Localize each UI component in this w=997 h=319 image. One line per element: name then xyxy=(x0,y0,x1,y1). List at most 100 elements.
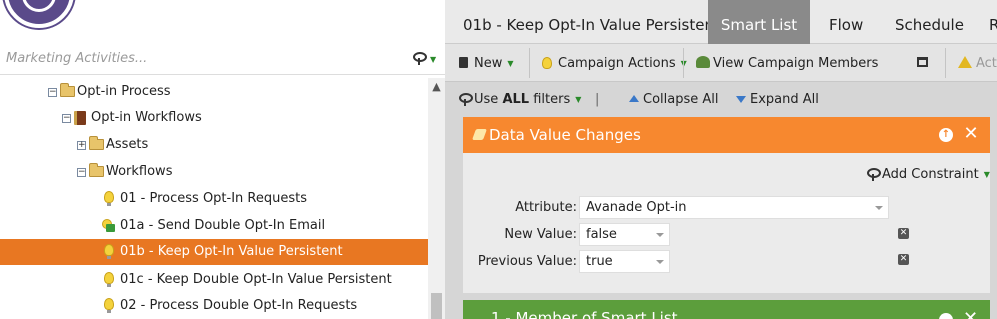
tree-node-campaign[interactable]: 02 - Process Double Opt-In Requests xyxy=(0,293,428,319)
chevron-down-icon xyxy=(656,260,664,264)
tree-node-label: Assets xyxy=(106,137,149,152)
attribute-select[interactable]: Avanade Opt-in xyxy=(579,196,889,219)
window-icon xyxy=(917,57,928,67)
previous-value: true xyxy=(586,254,613,269)
remove-constraint-icon[interactable]: ✕ xyxy=(898,254,909,265)
all-label: ALL xyxy=(502,92,530,107)
search-input[interactable] xyxy=(0,42,400,75)
folder-icon xyxy=(89,136,104,150)
chevron-down-icon: ▼ xyxy=(575,95,582,104)
chevron-down-icon: ▼ xyxy=(983,170,990,179)
warning-icon xyxy=(958,56,972,68)
previous-value-label: Previous Value: xyxy=(477,254,577,269)
toolbar-divider xyxy=(529,48,530,78)
tab-flow[interactable]: Flow xyxy=(829,0,863,44)
tree-node-opt-in-workflows[interactable]: − Opt-in Workflows xyxy=(0,105,428,131)
smart-campaign-icon xyxy=(104,191,114,206)
pencil-icon xyxy=(471,129,488,140)
campaign-actions-label: Campaign Actions xyxy=(558,56,676,71)
move-up-icon[interactable]: ↑ xyxy=(939,128,953,142)
tree-node-label: Opt-in Process xyxy=(77,84,171,99)
tree-node-campaign[interactable]: 01a - Send Double Opt-In Email xyxy=(0,213,428,239)
activation-button[interactable]: Acti xyxy=(958,44,997,82)
tree-view: − Opt-in Process − Opt-in Workflows + As… xyxy=(0,78,428,319)
tree-node-label: 02 - Process Double Opt-In Requests xyxy=(120,298,358,313)
send-email-icon xyxy=(102,219,115,232)
collapse-icon xyxy=(629,95,639,102)
close-icon[interactable]: ✕ xyxy=(963,309,978,319)
scroll-thumb[interactable] xyxy=(431,293,442,319)
tree-node-assets[interactable]: + Assets xyxy=(0,132,428,158)
activation-label: Acti xyxy=(976,56,997,71)
chevron-down-icon xyxy=(875,206,883,210)
remove-constraint-icon[interactable]: ✕ xyxy=(898,228,909,239)
tab-results[interactable]: R xyxy=(989,0,997,44)
search-filter-button[interactable]: ▼ xyxy=(413,51,439,67)
use-label: Use xyxy=(474,92,499,107)
filter-card-member-of-smart-list[interactable]: 1 - Member of Smart List ✕ xyxy=(463,300,990,319)
tab-schedule[interactable]: Schedule xyxy=(895,0,964,44)
attribute-value: Avanade Opt-in xyxy=(586,200,687,215)
view-campaign-members-button[interactable]: View Campaign Members xyxy=(696,44,878,82)
window-toggle-button[interactable] xyxy=(917,44,928,82)
filter-title: Data Value Changes xyxy=(489,126,641,144)
attribute-label: Attribute: xyxy=(515,200,577,215)
tree-node-campaign-selected[interactable]: 01b - Keep Opt-In Value Persistent xyxy=(0,239,428,265)
collapse-all-label: Collapse All xyxy=(643,92,719,107)
funnel-icon xyxy=(867,168,881,181)
folder-icon xyxy=(89,163,104,177)
toolbar: New ▼ Campaign Actions▼ View Campaign Mem… xyxy=(445,44,997,82)
filter-toolbar: Use ALL filters ▼ | Collapse All Expand A… xyxy=(445,83,997,115)
new-value-select[interactable]: false xyxy=(579,223,670,246)
chevron-down-icon: ▼ xyxy=(507,59,514,68)
expand-toggle-icon[interactable]: + xyxy=(77,141,86,150)
tab-smart-list[interactable]: Smart List xyxy=(708,0,810,44)
left-panel: ▼ − Opt-in Process − Opt-in Workflows + … xyxy=(0,0,445,319)
marketo-logo[interactable] xyxy=(4,0,74,28)
toolbar-divider xyxy=(683,48,684,78)
tree-node-label: Opt-in Workflows xyxy=(91,110,202,125)
close-icon[interactable]: ✕ xyxy=(963,124,979,144)
expand-all-button[interactable]: Expand All xyxy=(736,83,819,115)
smart-campaign-icon xyxy=(104,244,114,259)
filterbar-separator: | xyxy=(595,92,600,107)
add-constraint-label: Add Constraint xyxy=(882,167,979,182)
chevron-down-icon: ▼ xyxy=(430,55,437,64)
new-value: false xyxy=(586,227,617,242)
tree-node-workflows[interactable]: − Workflows xyxy=(0,159,428,185)
expand-icon xyxy=(736,96,746,103)
new-value-label: New Value: xyxy=(504,227,577,242)
tree-node-opt-in-process[interactable]: − Opt-in Process xyxy=(0,79,428,105)
tree-node-label: 01a - Send Double Opt-In Email xyxy=(120,218,326,233)
funnel-icon xyxy=(459,93,473,106)
collapse-toggle-icon[interactable]: − xyxy=(48,88,57,97)
right-panel: 01b - Keep Opt-In Value Persistent Smart… xyxy=(445,0,997,319)
tree-node-label: 01b - Keep Opt-In Value Persistent xyxy=(120,244,343,259)
collapse-toggle-icon[interactable]: − xyxy=(77,168,86,177)
tree-node-label: Workflows xyxy=(106,164,173,179)
campaign-actions-button[interactable]: Campaign Actions▼ xyxy=(542,44,687,82)
smart-campaign-icon xyxy=(104,298,114,313)
logo-ring-icon xyxy=(22,0,56,12)
move-up-icon[interactable] xyxy=(939,313,953,319)
filter-card-data-value-changes: Data Value Changes ↑ ✕ Add Constraint ▼ A… xyxy=(463,117,990,293)
lightbulb-icon xyxy=(542,57,552,69)
chevron-down-icon xyxy=(656,233,664,237)
use-all-filters-button[interactable]: Use ALL filters ▼ xyxy=(459,83,581,115)
tree-node-campaign[interactable]: 01 - Process Opt-In Requests xyxy=(0,186,428,212)
scroll-up-icon[interactable]: ▲ xyxy=(431,81,442,92)
expand-all-label: Expand All xyxy=(750,92,819,107)
toolbar-divider xyxy=(945,48,946,78)
new-button[interactable]: New ▼ xyxy=(459,44,514,82)
new-label: New xyxy=(474,56,503,71)
tree-node-label: 01 - Process Opt-In Requests xyxy=(120,191,308,206)
filter-card-header[interactable]: Data Value Changes ↑ ✕ xyxy=(463,117,990,153)
collapse-all-button[interactable]: Collapse All xyxy=(629,83,719,115)
add-constraint-button[interactable]: Add Constraint ▼ xyxy=(867,165,990,185)
tree-scrollbar[interactable]: ▲ xyxy=(428,78,445,319)
tree-node-campaign[interactable]: 01c - Keep Double Opt-In Value Persisten… xyxy=(0,267,428,293)
filter-title: 1 - Member of Smart List xyxy=(491,309,678,319)
previous-value-select[interactable]: true xyxy=(579,250,670,273)
new-icon xyxy=(459,57,468,68)
collapse-toggle-icon[interactable]: − xyxy=(62,114,71,123)
